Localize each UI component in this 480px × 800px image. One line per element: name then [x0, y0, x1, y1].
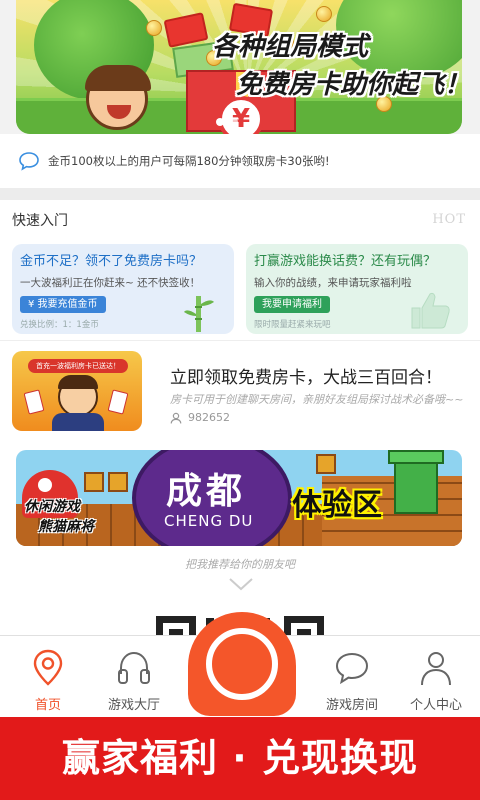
zone-label: 体验区	[292, 488, 382, 523]
person-icon	[421, 652, 451, 686]
headphones-icon	[118, 651, 150, 684]
yen-coin-icon: ¥	[218, 96, 264, 134]
chat-bubble-icon	[335, 652, 369, 685]
pager-dot[interactable]	[230, 118, 238, 126]
cartoon-body	[52, 413, 104, 431]
promo-row[interactable]: 首充一波福利房卡已送达！ 立即领取免费房卡，大战三百回合！ 房卡可用于创建聊天房…	[0, 340, 480, 436]
question-block-icon	[84, 472, 104, 492]
tab-home[interactable]: 首页	[0, 636, 96, 718]
coin-icon	[316, 6, 332, 22]
location-pin-icon	[33, 649, 63, 686]
mahjong-tile-icon	[23, 389, 45, 415]
hot-label: HOT	[432, 212, 466, 227]
card-title: 金币不足？领不了免费房卡吗？	[20, 254, 203, 269]
recommend-text: 把我推荐给你的朋友吧	[185, 558, 295, 571]
coin-icon	[146, 20, 162, 36]
game-tag-line1: 休闲游戏	[24, 499, 80, 515]
question-block-icon	[316, 454, 336, 474]
promo-title: 立即领取免费房卡，大战三百回合！	[170, 368, 442, 388]
quick-entry-section: 快速入门 HOT 金币不足？领不了免费房卡吗？ 一大波福利正在你赶来~ 还不快签…	[0, 200, 480, 340]
promo-image-caption: 首充一波福利房卡已送达！	[28, 359, 128, 373]
section-divider	[0, 188, 480, 200]
tab-game-room[interactable]: 游戏房间	[304, 636, 400, 718]
cartoon-boy	[58, 375, 98, 417]
tab-label: 首页	[34, 698, 61, 713]
question-block-icon	[108, 472, 128, 492]
recharge-card[interactable]: 金币不足？领不了免费房卡吗？ 一大波福利正在你赶来~ 还不快签收！ ¥ 我要充值…	[12, 244, 234, 334]
user-icon	[170, 412, 182, 423]
notice-bar[interactable]: 金币100枚以上的用户可每隔180分钟领取房卡30张哟!	[0, 134, 480, 188]
pager-dot[interactable]	[216, 118, 224, 126]
thumbs-up-icon	[411, 292, 450, 329]
player-count: 982652	[170, 411, 230, 424]
card-desc: 一大波福利正在你赶来~ 还不快签收！	[20, 277, 201, 289]
chevron-down-icon	[229, 578, 253, 591]
chat-bubble-icon	[19, 152, 39, 171]
player-count-value: 982652	[188, 411, 230, 424]
card-footnote: 兑换比例：1：1金币	[20, 320, 99, 330]
mahjong-tile-icon	[107, 389, 129, 415]
tab-profile[interactable]: 个人中心	[388, 636, 480, 718]
promo-subtitle: 房卡可用于创建聊天房间，亲朋好友组局探讨战术必备哦~~	[170, 393, 464, 406]
apply-welfare-button[interactable]: 我要申请福利	[254, 296, 330, 313]
hero-banner[interactable]: ¥ 各种组局模式 免费房卡助你起飞！	[16, 0, 462, 134]
card-title: 打赢游戏能换话费？还有玩偶？	[254, 254, 437, 269]
tab-game-hall[interactable]: 游戏大厅	[86, 636, 182, 718]
game-tag-line2: 熊猫麻将	[38, 519, 94, 535]
recharge-coins-button[interactable]: ¥ 我要充值金币	[20, 296, 106, 313]
card-footnote: 限时限量赶紧来玩吧	[254, 320, 331, 330]
cartoon-boy	[85, 65, 151, 130]
section-title: 快速入门	[12, 213, 68, 229]
center-create-button[interactable]	[188, 612, 296, 716]
banner-pager[interactable]	[216, 118, 238, 126]
tab-label: 游戏大厅	[107, 698, 160, 713]
ring-icon	[206, 628, 278, 700]
banner-title-line2: 免费房卡助你起飞！	[236, 70, 462, 100]
bamboo-icon	[184, 296, 214, 332]
tab-label: 游戏房间	[325, 698, 378, 713]
tab-label: 个人中心	[409, 698, 462, 713]
banner-title-line1: 各种组局模式	[212, 32, 369, 62]
city-name-cn: 成都	[166, 471, 247, 512]
notice-text: 金币100枚以上的用户可每隔180分钟领取房卡30张哟!	[48, 154, 330, 168]
promo-footer: 赢家福利 · 兑现换现	[0, 717, 480, 800]
promo-image: 首充一波福利房卡已送达！	[12, 351, 142, 431]
city-name-en: CHENG DU	[164, 512, 254, 530]
welfare-card[interactable]: 打赢游戏能换话费？还有玩偶？ 输入你的战绩，来申请玩家福利啦 我要申请福利 限时…	[246, 244, 468, 334]
green-pipe-top	[388, 450, 444, 464]
card-desc: 输入你的战绩，来申请玩家福利啦	[254, 277, 412, 289]
chengdu-banner[interactable]: 成都 CHENG DU 休闲游戏 熊猫麻将 体验区	[16, 450, 462, 546]
